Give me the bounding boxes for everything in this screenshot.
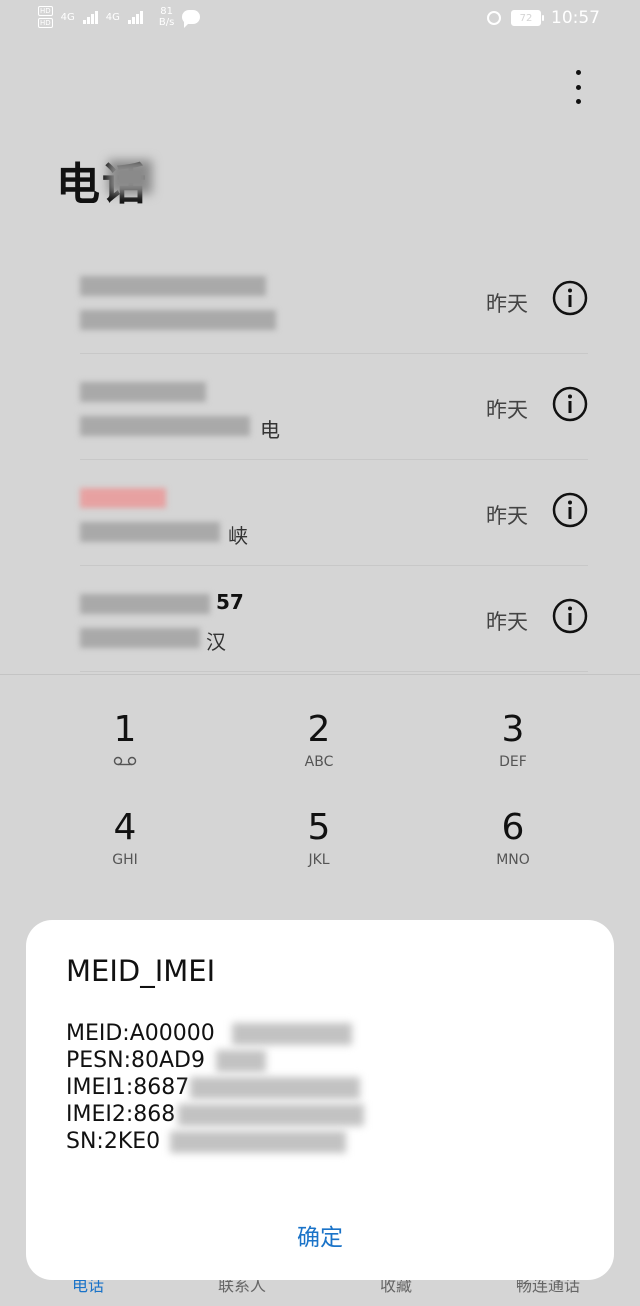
redacted-name-missed — [80, 488, 166, 508]
key-letters: MNO — [496, 852, 530, 868]
key-letters: ABC — [304, 754, 334, 770]
net-speed: 81 B/s — [159, 6, 174, 28]
sn-line: SN:2KE0 — [66, 1128, 346, 1155]
line-value: A00000 — [129, 1021, 215, 1046]
key-digit: 4 — [113, 807, 137, 848]
key-digit: 5 — [307, 807, 331, 848]
info-icon[interactable] — [552, 280, 588, 316]
dialog-body: MEID:A00000 PESN:80AD9 IMEI1:8687 IMEI2:… — [66, 1020, 364, 1155]
info-icon[interactable] — [552, 598, 588, 634]
dialog-title: MEID_IMEI — [66, 954, 216, 988]
call-time: 昨天 — [486, 504, 528, 528]
more-vert-icon[interactable] — [568, 70, 588, 104]
key-letters: GHI — [112, 852, 138, 868]
status-bar: HD HD 4G 4G 81 B/s 72 10:57 — [0, 0, 640, 40]
redacted-name — [80, 276, 266, 296]
confirm-button[interactable]: 确定 — [270, 1218, 370, 1252]
info-icon[interactable] — [552, 386, 588, 422]
number-fragment: 57 — [216, 590, 244, 614]
key-1[interactable]: 1 — [30, 710, 220, 800]
battery-icon: 72 — [511, 10, 544, 26]
pesn-line: PESN:80AD9 — [66, 1047, 266, 1074]
hd-icon-2: HD — [38, 18, 53, 28]
signal-icon-2 — [127, 10, 143, 24]
call-time: 昨天 — [486, 610, 528, 634]
key-digit: 3 — [501, 709, 525, 750]
redacted-value — [170, 1131, 346, 1153]
call-time: 昨天 — [486, 292, 528, 316]
key-letters: JKL — [308, 852, 330, 868]
redacted-detail — [80, 628, 200, 648]
redacted-name — [80, 382, 206, 402]
signal-icon — [82, 10, 98, 24]
sim-indicators: HD HD — [38, 6, 53, 28]
info-icon[interactable] — [552, 492, 588, 528]
call-time: 昨天 — [486, 398, 528, 422]
redacted-value — [232, 1023, 352, 1045]
voicemail-icon — [113, 756, 137, 766]
chat-icon — [182, 10, 201, 28]
imei2-line: IMEI2:868 — [66, 1101, 364, 1128]
key-4[interactable]: 4 GHI — [30, 808, 220, 898]
line-label: SN: — [66, 1129, 104, 1154]
status-left-group: HD HD 4G 4G 81 B/s — [38, 6, 201, 28]
hd-icon: HD — [38, 6, 53, 16]
status-right-group: 72 10:57 — [487, 8, 600, 28]
key-5[interactable]: 5 JKL — [224, 808, 414, 898]
location-fragment: 峡 — [228, 524, 248, 548]
meid-line: MEID:A00000 — [66, 1020, 352, 1047]
line-label: IMEI2: — [66, 1102, 134, 1127]
network-type-1: 4G — [60, 11, 75, 23]
redacted-value — [178, 1104, 364, 1126]
line-value: 2KE0 — [103, 1129, 161, 1154]
redacted-detail — [80, 416, 250, 436]
redacted-value — [216, 1050, 266, 1072]
redacted-name — [80, 594, 210, 614]
key-letters: DEF — [499, 754, 527, 770]
key-digit: 2 — [307, 709, 331, 750]
call-log-list: 昨天 电 昨天 峡 昨天 57 汉 昨天 — [80, 248, 588, 672]
call-log-row[interactable]: 峡 昨天 — [80, 460, 588, 566]
title-redaction — [108, 160, 152, 194]
call-log-row[interactable]: 昨天 — [80, 248, 588, 354]
imei1-line: IMEI1:8687 — [66, 1074, 360, 1101]
net-speed-unit: B/s — [158, 17, 175, 28]
line-value: 80AD9 — [131, 1048, 205, 1073]
location-fragment: 电 — [260, 418, 280, 442]
net-speed-value: 81 — [160, 6, 173, 17]
redacted-detail — [80, 522, 220, 542]
key-6[interactable]: 6 MNO — [418, 808, 608, 898]
line-value: 8687 — [133, 1075, 190, 1100]
line-value: 868 — [133, 1102, 176, 1127]
key-digit: 6 — [501, 807, 525, 848]
alarm-icon — [487, 11, 501, 25]
call-log-row[interactable]: 电 昨天 — [80, 354, 588, 460]
line-label: PESN: — [66, 1048, 132, 1073]
call-log-row[interactable]: 57 汉 昨天 — [80, 566, 588, 672]
line-label: MEID: — [66, 1021, 130, 1046]
redacted-detail — [80, 310, 276, 330]
key-3[interactable]: 3 DEF — [418, 710, 608, 800]
keypad-divider — [0, 674, 640, 675]
key-2[interactable]: 2 ABC — [224, 710, 414, 800]
line-label: IMEI1: — [66, 1075, 134, 1100]
network-type-2: 4G — [105, 11, 120, 23]
status-time: 10:57 — [551, 8, 600, 28]
location-fragment: 汉 — [206, 630, 226, 654]
key-digit: 1 — [113, 709, 137, 750]
meid-imei-dialog: MEID_IMEI MEID:A00000 PESN:80AD9 IMEI1:8… — [26, 920, 614, 1280]
redacted-value — [190, 1077, 360, 1099]
